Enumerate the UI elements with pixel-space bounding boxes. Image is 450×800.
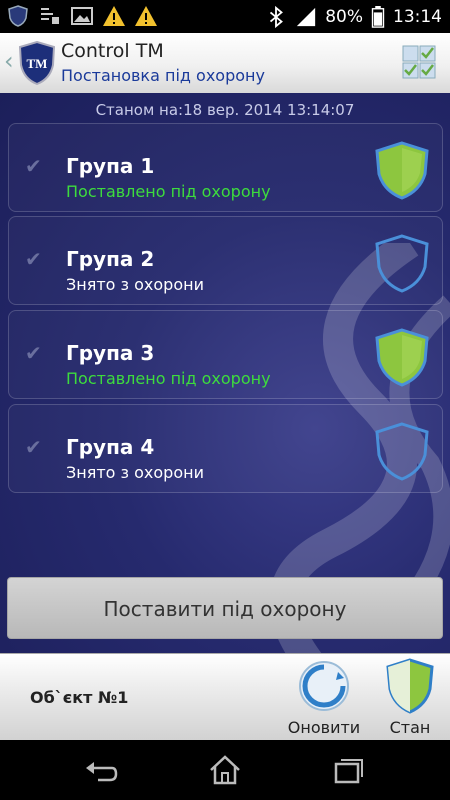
status-timestamp: Станом на:18 вер. 2014 13:14:07 [95,101,355,119]
group-card[interactable]: ✔ Група 1 Поставлено під охорону [8,123,443,212]
check-icon: ✔ [25,247,42,271]
warning-icon [135,6,157,26]
home-icon[interactable] [208,754,242,786]
shield-status-icon [386,658,434,714]
recent-apps-icon[interactable] [332,754,366,786]
back-icon[interactable] [84,754,118,786]
group-name: Група 3 [66,341,155,365]
app-bar: ‹ TM Control TM Постановка під охорону [0,33,450,93]
check-icon: ✔ [25,341,42,365]
check-icon: ✔ [25,435,42,459]
app-title: Control TM [61,40,164,62]
shield-disarmed-icon [375,234,429,293]
warning-icon [103,6,125,26]
group-name: Група 4 [66,435,155,459]
list-notification-icon [41,8,59,24]
group-status: Знято з охорони [66,275,204,294]
checklist-menu-icon[interactable] [402,45,436,79]
battery-percent: 80% [325,6,363,27]
group-name: Група 2 [66,247,155,271]
navigation-bar [0,740,450,800]
group-card[interactable]: ✔ Група 4 Знято з охорони [8,404,443,493]
signal-icon [297,7,316,26]
logo-text: TM [27,56,48,71]
battery-icon [371,5,385,28]
shield-disarmed-icon [375,422,429,481]
state-button[interactable]: Стан [370,658,450,738]
bluetooth-icon [270,5,284,28]
refresh-icon [299,661,349,711]
main-content: Станом на:18 вер. 2014 13:14:07 ✔ Група … [0,93,450,653]
group-status: Поставлено під охорону [66,182,271,201]
bottom-bar: Об`єкт №1 Оновити Стан [0,653,450,740]
shield-armed-icon [375,328,429,387]
back-chevron-icon[interactable]: ‹ [4,47,14,75]
refresh-button[interactable]: Оновити [284,658,364,738]
object-name: Об`єкт №1 [30,688,129,707]
image-icon [71,7,93,25]
page-subtitle: Постановка під охорону [61,66,265,85]
clock: 13:14 [393,6,442,27]
check-icon: ✔ [25,154,42,178]
app-shield-icon [8,5,28,27]
shield-armed-icon [375,141,429,200]
group-status: Знято з охорони [66,463,204,482]
group-card[interactable]: ✔ Група 3 Поставлено під охорону [8,310,443,399]
app-logo-icon[interactable]: TM [18,41,56,85]
refresh-label: Оновити [287,718,361,737]
arm-button[interactable]: Поставити під охорону [7,577,443,639]
state-label: Стан [389,718,431,737]
status-bar: 80% 13:14 [0,0,450,33]
group-status: Поставлено під охорону [66,369,271,388]
group-name: Група 1 [66,154,155,178]
group-card[interactable]: ✔ Група 2 Знято з охорони [8,216,443,305]
